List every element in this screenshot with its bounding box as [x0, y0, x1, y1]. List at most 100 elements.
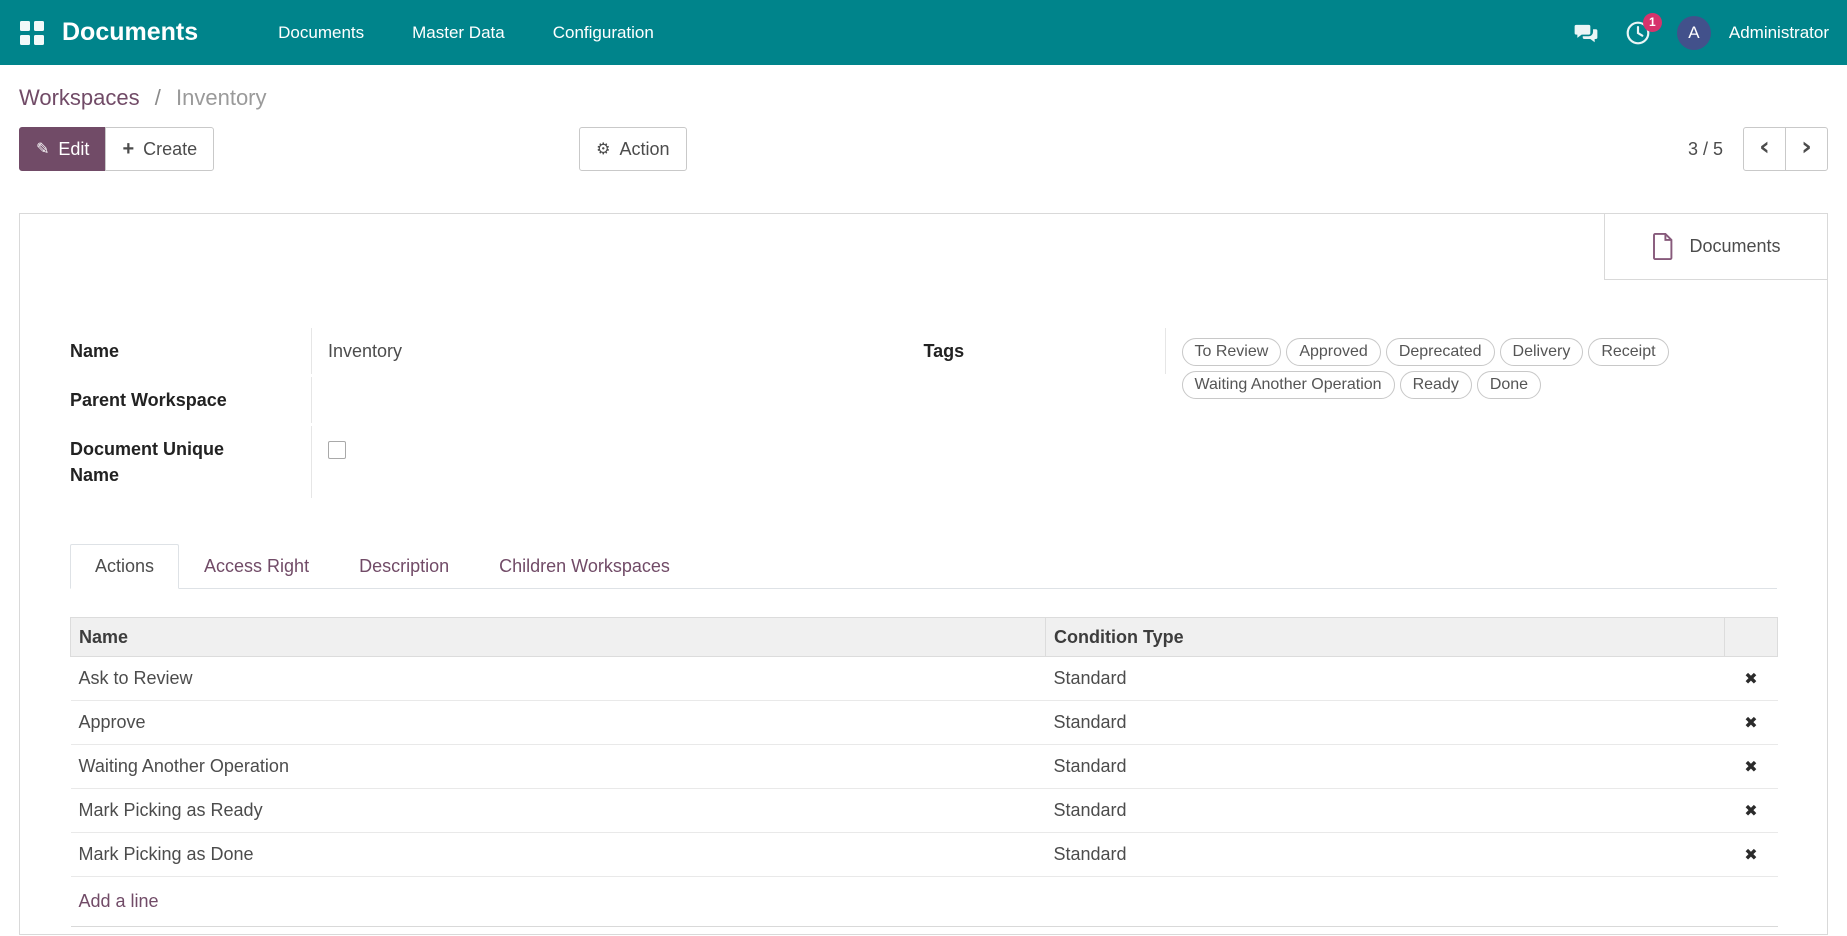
- tab-description[interactable]: Description: [334, 544, 474, 589]
- user-name[interactable]: Administrator: [1729, 23, 1829, 43]
- tag-pill-done: Done: [1477, 371, 1541, 399]
- column-header-condition-type: Condition Type: [1046, 618, 1725, 657]
- tags-container: To Review Approved Deprecated Delivery R…: [1182, 338, 1778, 399]
- navbar-menu: Documents Master Data Configuration: [254, 0, 678, 65]
- cell-condition-type[interactable]: Standard: [1046, 701, 1725, 745]
- pager-buttons: ‹ ›: [1743, 127, 1828, 171]
- table-row[interactable]: Mark Picking as Done Standard ✖: [71, 833, 1778, 877]
- pager-previous-button[interactable]: ‹: [1743, 127, 1786, 171]
- tag-pill-deprecated: Deprecated: [1386, 338, 1495, 366]
- actions-list: Name Condition Type Ask to Review Standa…: [20, 617, 1827, 927]
- document-unique-name-field-value: [312, 426, 924, 472]
- breadcrumb: Workspaces / Inventory: [19, 85, 1828, 111]
- field-row-parent-workspace: Parent Workspace: [70, 377, 924, 426]
- action-button-label: Action: [620, 139, 670, 160]
- menu-item-documents[interactable]: Documents: [254, 0, 388, 65]
- activity-count-badge: 1: [1643, 13, 1662, 32]
- parent-workspace-field-label: Parent Workspace: [70, 377, 312, 423]
- menu-item-master-data[interactable]: Master Data: [388, 0, 529, 65]
- pager-count: 3 / 5: [1688, 139, 1723, 160]
- tag-pill-receipt: Receipt: [1588, 338, 1668, 366]
- gear-icon: ⚙: [596, 141, 610, 157]
- user-avatar[interactable]: A: [1677, 16, 1711, 50]
- right-field-group: Tags To Review Approved Deprecated Deliv…: [924, 328, 1778, 498]
- breadcrumb-current: Inventory: [176, 85, 267, 110]
- tag-pill-approved: Approved: [1286, 338, 1381, 366]
- cell-name[interactable]: Waiting Another Operation: [71, 745, 1046, 789]
- activities-clock-icon[interactable]: 1: [1625, 20, 1651, 46]
- cell-name[interactable]: Approve: [71, 701, 1046, 745]
- form-fields: Name Inventory Parent Workspace Document…: [20, 328, 1827, 498]
- document-unique-name-field-label: Document Unique Name: [70, 426, 312, 498]
- action-button[interactable]: ⚙ Action: [579, 127, 686, 171]
- form-sheet: Documents Name Inventory Parent Workspac…: [19, 213, 1828, 935]
- create-button-label: Create: [143, 139, 197, 160]
- table-row[interactable]: Ask to Review Standard ✖: [71, 657, 1778, 701]
- create-button[interactable]: + Create: [105, 127, 214, 171]
- cell-name[interactable]: Mark Picking as Ready: [71, 789, 1046, 833]
- name-field-label: Name: [70, 328, 312, 374]
- field-row-tags: Tags To Review Approved Deprecated Deliv…: [924, 328, 1778, 409]
- tag-pill-to-review: To Review: [1182, 338, 1282, 366]
- table-row[interactable]: Approve Standard ✖: [71, 701, 1778, 745]
- field-row-document-unique-name: Document Unique Name: [70, 426, 924, 498]
- document-icon: [1651, 232, 1675, 261]
- delete-row-icon[interactable]: ✖: [1744, 669, 1757, 688]
- edit-button[interactable]: ✎ Edit: [19, 127, 106, 171]
- delete-row-icon[interactable]: ✖: [1744, 713, 1757, 732]
- cell-name[interactable]: Ask to Review: [71, 657, 1046, 701]
- actions-table: Name Condition Type Ask to Review Standa…: [70, 617, 1778, 927]
- tag-pill-waiting-another-operation: Waiting Another Operation: [1182, 371, 1395, 399]
- content-area: Documents Name Inventory Parent Workspac…: [0, 213, 1847, 935]
- apps-grid-icon[interactable]: [20, 21, 44, 45]
- tags-field-label: Tags: [924, 328, 1166, 374]
- sheet-header: Documents: [20, 214, 1827, 280]
- navbar-right: 1 A Administrator: [1573, 16, 1829, 50]
- control-panel-buttons: ✎ Edit + Create ⚙ Action 3 / 5 ‹ ›: [19, 127, 1828, 171]
- messages-icon[interactable]: [1573, 20, 1599, 46]
- tags-field-value: To Review Approved Deprecated Delivery R…: [1166, 328, 1778, 409]
- tab-bar: Actions Access Right Description Childre…: [70, 544, 1777, 589]
- table-row[interactable]: Mark Picking as Ready Standard ✖: [71, 789, 1778, 833]
- chevron-left-icon: ‹: [1759, 132, 1770, 162]
- pager: 3 / 5 ‹ ›: [1688, 127, 1828, 171]
- plus-icon: +: [122, 139, 134, 159]
- left-field-group: Name Inventory Parent Workspace Document…: [70, 328, 924, 498]
- tab-actions[interactable]: Actions: [70, 544, 179, 589]
- tag-pill-delivery: Delivery: [1500, 338, 1584, 366]
- menu-item-configuration[interactable]: Configuration: [529, 0, 678, 65]
- cell-name[interactable]: Mark Picking as Done: [71, 833, 1046, 877]
- cell-condition-type[interactable]: Standard: [1046, 789, 1725, 833]
- breadcrumb-separator: /: [155, 85, 161, 110]
- document-unique-name-checkbox[interactable]: [328, 441, 346, 459]
- cell-condition-type[interactable]: Standard: [1046, 657, 1725, 701]
- pager-next-button[interactable]: ›: [1785, 127, 1828, 171]
- app-title[interactable]: Documents: [62, 18, 198, 47]
- delete-row-icon[interactable]: ✖: [1744, 845, 1757, 864]
- parent-workspace-field-value[interactable]: [312, 377, 924, 397]
- name-field-value[interactable]: Inventory: [312, 328, 924, 374]
- notebook: Actions Access Right Description Childre…: [20, 544, 1827, 589]
- add-a-line-link[interactable]: Add a line: [79, 891, 159, 911]
- table-header-row: Name Condition Type: [71, 618, 1778, 657]
- delete-row-icon[interactable]: ✖: [1744, 757, 1757, 776]
- add-line-row: Add a line: [71, 877, 1778, 927]
- documents-stat-button[interactable]: Documents: [1604, 214, 1827, 280]
- cell-condition-type[interactable]: Standard: [1046, 833, 1725, 877]
- delete-row-icon[interactable]: ✖: [1744, 801, 1757, 820]
- edit-create-button-group: ✎ Edit + Create: [19, 127, 214, 171]
- pencil-icon: ✎: [36, 141, 49, 157]
- documents-stat-label: Documents: [1689, 236, 1780, 257]
- tab-access-right[interactable]: Access Right: [179, 544, 334, 589]
- tag-pill-ready: Ready: [1400, 371, 1472, 399]
- edit-button-label: Edit: [58, 139, 89, 160]
- column-header-name: Name: [71, 618, 1046, 657]
- table-row[interactable]: Waiting Another Operation Standard ✖: [71, 745, 1778, 789]
- cell-condition-type[interactable]: Standard: [1046, 745, 1725, 789]
- field-row-name: Name Inventory: [70, 328, 924, 377]
- top-navbar: Documents Documents Master Data Configur…: [0, 0, 1847, 65]
- chevron-right-icon: ›: [1801, 132, 1812, 162]
- control-panel: Workspaces / Inventory ✎ Edit + Create ⚙…: [0, 65, 1847, 171]
- breadcrumb-workspaces-link[interactable]: Workspaces: [19, 85, 140, 110]
- tab-children-workspaces[interactable]: Children Workspaces: [474, 544, 695, 589]
